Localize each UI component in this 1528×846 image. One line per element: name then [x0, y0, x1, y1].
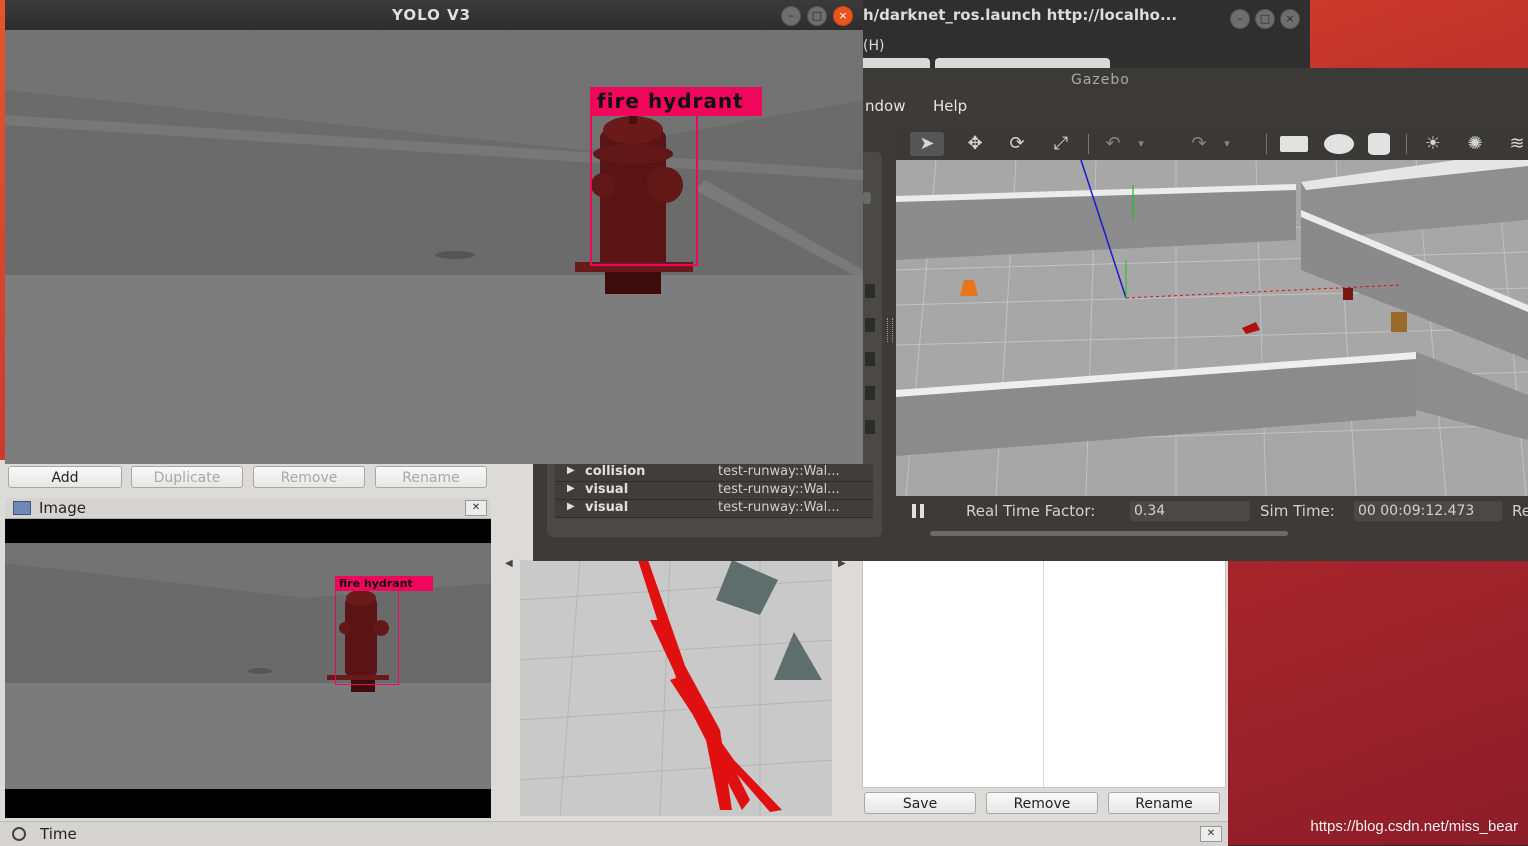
chevron-down-icon[interactable]: ▾ — [1124, 132, 1158, 156]
sun-light-icon[interactable]: ☀ — [1416, 132, 1450, 156]
chevron-down-icon[interactable]: ▾ — [1210, 132, 1244, 156]
terminal-menu-help[interactable]: (H) — [863, 38, 884, 54]
menu-window[interactable]: ndow — [865, 97, 905, 115]
splitter-handle[interactable] — [887, 318, 893, 342]
toolbar-divider — [1088, 134, 1089, 154]
expand-arrow-icon[interactable]: ▶ — [567, 465, 575, 476]
add-button[interactable]: Add — [8, 466, 122, 488]
yolo-titlebar: YOLO V3 – □ × — [5, 0, 863, 30]
image-panel: Image ✕ fire hydrant — [5, 498, 491, 818]
tree-row-value: test-runway::Wal... — [718, 464, 840, 479]
tree-row[interactable]: ▶ visual test-runway::Wal... — [555, 500, 873, 518]
image-panel-header: Image ✕ — [5, 498, 491, 519]
toolbar-divider — [1406, 134, 1407, 154]
gazebo-3d-scene[interactable] — [896, 160, 1528, 496]
panel-strip — [865, 318, 875, 332]
close-panel-icon[interactable]: ✕ — [465, 500, 487, 516]
tree-row[interactable]: ▶ collision test-runway::Wal... — [555, 464, 873, 482]
maximize-icon[interactable]: □ — [807, 6, 827, 26]
terminal-window[interactable]: h/darknet_ros.launch http://localho... (… — [855, 0, 1310, 72]
toolbar-divider — [1266, 134, 1267, 154]
remove-display-button[interactable]: Remove — [253, 466, 365, 488]
panel-strip — [865, 386, 875, 400]
minimize-icon[interactable]: – — [781, 6, 801, 26]
rtf-value: 0.34 — [1130, 501, 1250, 521]
gazebo-toolbar: ➤ ✥ ⟳ ⤢ ↶ ▾ ↷ ▾ ☀ ✺ ≋ — [896, 128, 1528, 160]
close-panel-icon[interactable]: ✕ — [1200, 826, 1222, 842]
expand-arrow-icon[interactable]: ▶ — [567, 483, 575, 494]
pause-icon[interactable] — [912, 504, 916, 518]
maximize-icon[interactable]: □ — [1255, 9, 1275, 29]
watermark-text: https://blog.csdn.net/miss_bear — [1310, 818, 1518, 835]
yolo-window: YOLO V3 – □ × fire hydrant — [5, 0, 863, 464]
property-tree: ▶ collision test-runway::Wal... ▶ visual… — [555, 464, 873, 520]
yolo-detection-view: fire hydrant — [5, 30, 863, 464]
sim-time-value: 00 00:09:12.473 — [1354, 501, 1502, 521]
camera-image: fire hydrant — [5, 543, 491, 789]
rviz-3d-view[interactable] — [520, 560, 832, 816]
panel-strip — [865, 352, 875, 366]
detection-bbox — [335, 587, 399, 685]
sim-time-label: Sim Time: — [1260, 502, 1335, 520]
rtf-label: Real Time Factor: — [966, 502, 1096, 520]
remove-button[interactable]: Remove — [986, 792, 1098, 814]
gazebo-title: Gazebo — [1071, 72, 1130, 88]
gazebo-status-bar: Real Time Factor: 0.34 Sim Time: 00 00:0… — [896, 496, 1528, 538]
tree-row-value: test-runway::Wal... — [718, 500, 840, 515]
yolo-title: YOLO V3 — [392, 6, 472, 24]
save-button[interactable]: Save — [864, 792, 976, 814]
select-arrow-icon[interactable]: ➤ — [910, 132, 944, 156]
image-panel-title: Image — [39, 499, 86, 517]
detection-label: fire hydrant — [335, 576, 433, 591]
rename-button[interactable]: Rename — [1108, 792, 1220, 814]
close-icon[interactable]: × — [1280, 9, 1300, 29]
tree-row[interactable]: ▶ visual test-runway::Wal... — [555, 482, 873, 500]
minimize-icon[interactable]: – — [1230, 9, 1250, 29]
views-panel — [862, 560, 1226, 788]
image-icon — [13, 501, 31, 515]
directional-light-icon[interactable]: ≋ — [1500, 132, 1528, 156]
close-icon[interactable]: × — [833, 6, 853, 26]
real-time-label: Re — [1512, 502, 1528, 520]
terminal-title: h/darknet_ros.launch http://localho... — [863, 6, 1178, 24]
rviz-3d-render — [520, 560, 832, 816]
cylinder-icon[interactable] — [1368, 133, 1390, 155]
column-divider — [1043, 561, 1044, 787]
rename-display-button[interactable]: Rename — [375, 466, 487, 488]
detection-label: fire hydrant — [590, 87, 762, 116]
tree-row-key: visual — [585, 482, 629, 497]
displays-button-row: Add Duplicate Remove Rename — [6, 466, 490, 492]
time-panel: Time ✕ — [0, 821, 1228, 846]
translate-icon[interactable]: ✥ — [958, 132, 992, 156]
tree-row-key: collision — [585, 464, 646, 479]
panel-handle[interactable] — [863, 192, 871, 204]
panel-strip — [865, 420, 875, 434]
tree-row-key: visual — [585, 500, 629, 515]
horizontal-scrollbar[interactable] — [930, 531, 1288, 536]
panel-strip — [865, 284, 875, 298]
gazebo-main-view: ➤ ✥ ⟳ ⤢ ↶ ▾ ↷ ▾ ☀ ✺ ≋ Real Time Factor: … — [896, 128, 1528, 538]
collapse-left-icon[interactable]: ◀ — [505, 558, 513, 569]
time-panel-title: Time — [40, 825, 77, 843]
gazebo-scene-render — [896, 160, 1528, 496]
views-button-row: Save Remove Rename — [864, 792, 1224, 818]
pause-icon[interactable] — [920, 504, 924, 518]
duplicate-button[interactable]: Duplicate — [131, 466, 243, 488]
tree-row-value: test-runway::Wal... — [718, 482, 840, 497]
rotate-icon[interactable]: ⟳ — [1000, 132, 1034, 156]
detection-bbox — [590, 114, 698, 266]
sphere-icon[interactable] — [1324, 134, 1354, 154]
menu-help[interactable]: Help — [933, 97, 967, 115]
box-icon[interactable] — [1280, 136, 1308, 152]
scale-icon[interactable]: ⤢ — [1044, 132, 1078, 156]
clock-icon — [12, 827, 26, 841]
expand-arrow-icon[interactable]: ▶ — [567, 501, 575, 512]
spot-light-icon[interactable]: ✺ — [1458, 132, 1492, 156]
